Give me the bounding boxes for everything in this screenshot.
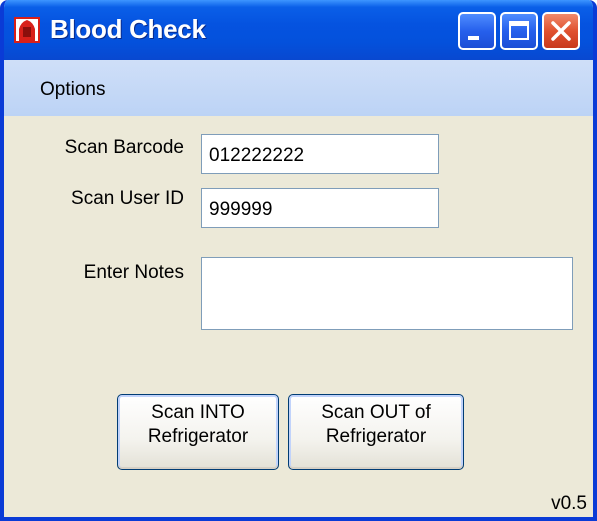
scan-into-button-line2: Refrigerator xyxy=(147,426,249,447)
scan-out-refrigerator-button[interactable]: Scan OUT of Refrigerator xyxy=(288,394,464,470)
close-icon xyxy=(551,21,571,41)
version-label: v0.5 xyxy=(551,493,587,514)
minimize-button[interactable] xyxy=(458,12,496,50)
scan-out-button-line1: Scan OUT of xyxy=(321,402,431,423)
blood-drop-app-icon xyxy=(14,17,40,43)
user-id-label: Scan User ID xyxy=(71,188,184,209)
notes-label: Enter Notes xyxy=(83,262,184,283)
menu-bar: Options xyxy=(4,60,593,116)
scan-out-button-line2: Refrigerator xyxy=(325,426,427,447)
barcode-label: Scan Barcode xyxy=(64,137,184,158)
user-id-input[interactable]: 999999 xyxy=(201,188,439,228)
menu-options[interactable]: Options xyxy=(40,79,105,101)
window-title: Blood Check xyxy=(50,14,206,44)
maximize-icon xyxy=(509,21,529,40)
notes-input[interactable] xyxy=(201,257,573,330)
scan-into-refrigerator-button[interactable]: Scan INTO Refrigerator xyxy=(117,394,279,470)
scan-into-button-line1: Scan INTO xyxy=(151,402,245,423)
maximize-button[interactable] xyxy=(500,12,538,50)
barcode-input[interactable]: 012222222 xyxy=(201,134,439,174)
close-button[interactable] xyxy=(542,12,580,50)
minimize-icon xyxy=(468,36,479,40)
app-window: Blood Check Options Scan Barcode 0122222… xyxy=(0,0,597,521)
title-bar[interactable]: Blood Check xyxy=(4,0,593,60)
